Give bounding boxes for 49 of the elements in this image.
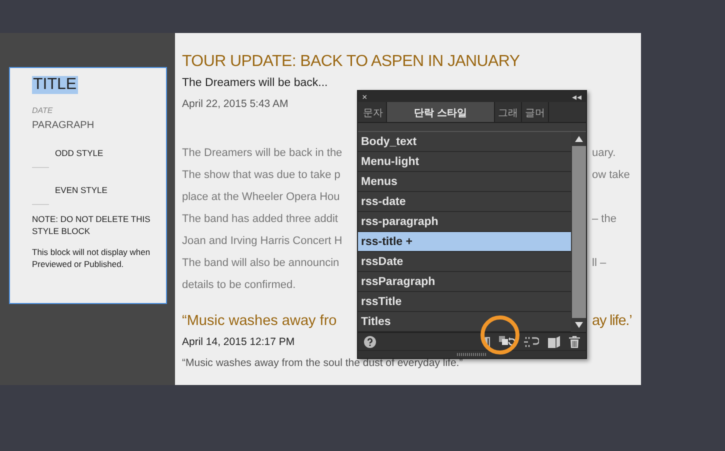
date-sample: DATE xyxy=(32,106,53,115)
collapse-button[interactable]: ◂◂ xyxy=(572,92,582,102)
help-icon[interactable] xyxy=(364,336,376,348)
clear-overrides-icon[interactable] xyxy=(499,336,515,347)
quote-title: ay life.’ xyxy=(592,312,632,331)
body-text: The show that was due to take p xyxy=(182,168,342,183)
scrollbar[interactable] xyxy=(571,132,586,332)
body-text: The band has added three addit xyxy=(182,212,339,227)
scroll-down-icon[interactable] xyxy=(574,322,582,328)
quote-date: April 14, 2015 12:17 PM xyxy=(182,336,295,348)
quote-text: “Music washes away from the soul the dust of everyday life.” xyxy=(182,357,463,369)
style-item[interactable]: Menu-light xyxy=(358,152,571,172)
body-text: The band will also be announcin xyxy=(182,256,340,271)
body-text: place at the Wheeler Opera Hou xyxy=(182,190,341,205)
body-text: Joan and Irving Harris Concert H xyxy=(182,234,344,249)
style-item[interactable]: Menus xyxy=(358,172,571,192)
article-title: TOUR UPDATE: BACK TO ASPEN IN JANUARY xyxy=(182,53,520,71)
body-text: ow take xyxy=(592,168,630,183)
info-text: This block will not display when Previewed or Published. xyxy=(32,246,152,270)
odd-style-sample: ODD STYLE xyxy=(55,148,104,158)
panel-tab[interactable]: 글머 xyxy=(522,102,549,122)
body-text: details to be confirmed. xyxy=(182,278,297,293)
quote-title: “Music washes away fro xyxy=(182,312,338,331)
panel-tab[interactable]: 그래 xyxy=(494,102,522,122)
scroll-up-icon[interactable] xyxy=(574,136,582,142)
title-sample: TITLE xyxy=(32,76,78,94)
panel-tab[interactable]: 단락 스타일 xyxy=(387,102,495,122)
body-text: ll – xyxy=(592,256,606,271)
close-button[interactable]: × xyxy=(362,92,368,102)
pilcrow-icon[interactable] xyxy=(482,336,490,348)
style-item[interactable]: Body_text xyxy=(358,132,571,152)
style-item[interactable]: rssTitle xyxy=(358,292,571,312)
body-text: uary. xyxy=(592,146,616,161)
style-item[interactable]: rssParagraph xyxy=(358,272,571,292)
paragraph-sample: PARAGRAPH xyxy=(32,120,94,131)
style-item[interactable]: rss-title + xyxy=(358,232,571,252)
even-style-sample: EVEN STYLE xyxy=(55,185,108,195)
style-item[interactable]: rss-date xyxy=(358,192,571,212)
break-link-icon[interactable] xyxy=(524,336,539,348)
body-text: – the xyxy=(592,212,616,227)
body-text: The Dreamers will be back in the xyxy=(182,146,344,161)
style-item[interactable]: rssDate xyxy=(358,252,571,272)
trash-icon[interactable] xyxy=(569,336,580,348)
resize-grip-icon[interactable] xyxy=(457,353,487,356)
highlight-circle xyxy=(480,315,520,355)
article-date: April 22, 2015 5:43 AM xyxy=(182,98,288,110)
note-text: NOTE: DO NOT DELETE THIS STYLE BLOCK xyxy=(32,213,152,238)
new-style-icon[interactable] xyxy=(548,336,560,348)
article-subtitle: The Dreamers will be back... xyxy=(182,77,328,89)
